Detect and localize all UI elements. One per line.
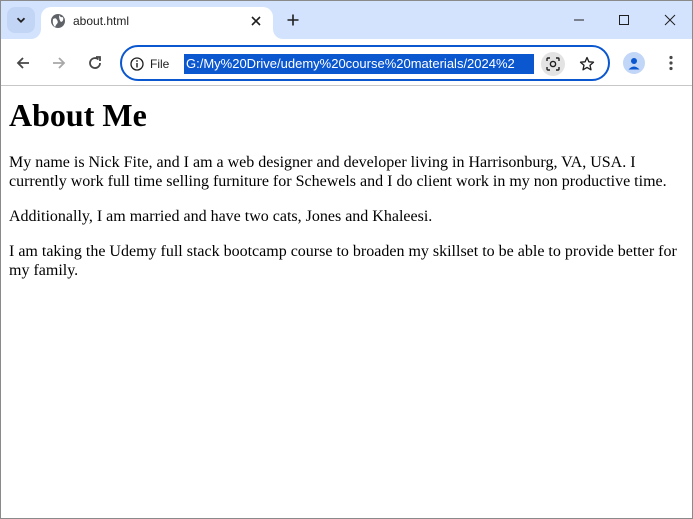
- tab-close-button[interactable]: [247, 12, 265, 30]
- lens-icon: [546, 57, 560, 71]
- tab-about[interactable]: about.html: [41, 7, 273, 39]
- url-text: G:/My%20Drive/udemy%20course%20materials…: [186, 56, 515, 71]
- reload-button[interactable]: [83, 51, 107, 75]
- paragraph-family: Additionally, I am married and have two …: [9, 208, 433, 225]
- back-arrow-icon: [16, 57, 29, 69]
- profile-icon: [628, 58, 640, 70]
- page-content: About Me My name is Nick Fite, and I am …: [1, 87, 692, 518]
- browser-window: about.html File G:/My%20Drive/udemy%20co…: [0, 0, 693, 519]
- tab-strip: about.html: [1, 1, 692, 39]
- close-icon: [664, 14, 676, 26]
- star-icon: [579, 56, 595, 71]
- close-icon: [251, 16, 261, 26]
- more-vert-icon: [669, 55, 673, 71]
- reload-icon: [89, 56, 101, 69]
- paragraph-intro: My name is Nick Fite, and I am a web des…: [9, 154, 667, 190]
- url-field[interactable]: G:/My%20Drive/udemy%20course%20materials…: [184, 54, 534, 74]
- plus-icon: [287, 14, 299, 26]
- menu-button[interactable]: [659, 51, 683, 75]
- bookmark-button[interactable]: [575, 52, 599, 76]
- new-tab-button[interactable]: [283, 10, 303, 30]
- forward-arrow-icon: [53, 57, 66, 69]
- minimize-button[interactable]: [567, 9, 591, 31]
- back-button[interactable]: [11, 51, 35, 75]
- maximize-button[interactable]: [612, 9, 636, 31]
- tab-title: about.html: [73, 14, 130, 28]
- lens-button[interactable]: [541, 52, 565, 76]
- info-icon: [130, 57, 144, 71]
- forward-button[interactable]: [47, 51, 71, 75]
- toolbar: File G:/My%20Drive/udemy%20course%20mate…: [1, 39, 692, 86]
- globe-icon: [51, 14, 65, 28]
- maximize-icon: [619, 15, 629, 25]
- paragraph-course: I am taking the Udemy full stack bootcam…: [9, 243, 677, 279]
- site-info-chip[interactable]: File: [130, 54, 169, 74]
- chevron-down-icon: [16, 17, 26, 23]
- close-window-button[interactable]: [658, 9, 682, 31]
- address-bar[interactable]: File G:/My%20Drive/udemy%20course%20mate…: [120, 45, 610, 81]
- minimize-icon: [574, 19, 584, 21]
- scheme-label: File: [150, 57, 170, 71]
- page-title: About Me: [9, 97, 147, 133]
- profile-button[interactable]: [623, 52, 645, 74]
